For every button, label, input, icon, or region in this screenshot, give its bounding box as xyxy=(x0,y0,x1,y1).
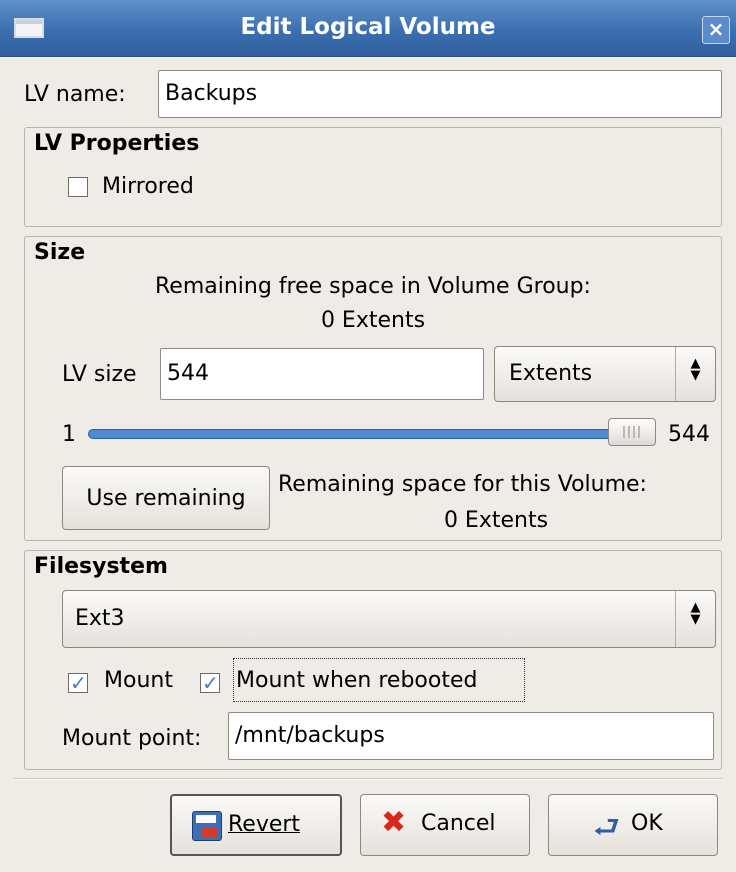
revert-icon xyxy=(192,811,222,841)
mount-point-label: Mount point: xyxy=(62,726,202,751)
cancel-button[interactable]: ✖ Cancel xyxy=(360,794,530,856)
lv-properties-title: LV Properties xyxy=(34,131,200,156)
mirrored-label: Mirrored xyxy=(102,174,194,199)
grip-icon xyxy=(623,426,641,438)
slider-max-label: 544 xyxy=(668,422,710,447)
use-remaining-label: Use remaining xyxy=(86,486,246,511)
ok-button[interactable]: ⮐ OK xyxy=(548,794,718,856)
lv-size-label: LV size xyxy=(62,362,137,387)
free-space-value: 0 Extents xyxy=(320,308,426,333)
lv-size-input[interactable]: 544 xyxy=(160,348,484,400)
separator xyxy=(14,778,722,780)
free-space-text: Remaining free space in Volume Group: xyxy=(155,274,591,299)
combo-arrows-icon: ▲ ▼ xyxy=(675,347,715,401)
mirrored-checkbox[interactable] xyxy=(68,177,88,197)
lv-name-input[interactable]: Backups xyxy=(158,70,722,118)
unit-selected-value: Extents xyxy=(509,361,593,386)
lv-size-slider-trough[interactable] xyxy=(88,429,656,439)
slider-min-label: 1 xyxy=(62,422,76,447)
filesystem-title: Filesystem xyxy=(34,554,168,579)
remaining-volume-value: 0 Extents xyxy=(443,508,549,533)
use-remaining-button[interactable]: Use remaining xyxy=(62,466,270,530)
check-icon: ✓ xyxy=(202,671,219,695)
close-button[interactable]: × xyxy=(702,16,730,44)
mount-checkbox[interactable]: ✓ xyxy=(68,671,88,695)
combo-arrows-icon: ▲ ▼ xyxy=(675,591,715,647)
revert-button[interactable]: Revert xyxy=(170,794,342,856)
check-icon: ✓ xyxy=(70,671,87,695)
cancel-label: Cancel xyxy=(421,811,496,836)
window-title: Edit Logical Volume xyxy=(240,14,496,40)
filesystem-selected-value: Ext3 xyxy=(75,606,125,631)
title-bar: Edit Logical Volume × xyxy=(0,0,736,57)
ok-label: OK xyxy=(631,811,663,836)
size-title: Size xyxy=(34,240,86,265)
lv-size-slider-handle[interactable] xyxy=(608,418,656,446)
lv-name-label: LV name: xyxy=(24,82,126,107)
mount-rebooted-checkbox[interactable]: ✓ xyxy=(200,671,220,695)
revert-label: Revert xyxy=(228,812,301,837)
cancel-x-icon: ✖ xyxy=(381,805,407,840)
ok-arrow-icon: ⮐ xyxy=(593,810,620,845)
mount-rebooted-label: Mount when rebooted xyxy=(236,668,478,693)
unit-select[interactable]: Extents ▲ ▼ xyxy=(494,346,716,402)
mount-point-input[interactable]: /mnt/backups xyxy=(228,712,714,760)
remaining-volume-text: Remaining space for this Volume: xyxy=(278,472,647,497)
filesystem-select[interactable]: Ext3 ▲ ▼ xyxy=(62,590,716,648)
mount-label: Mount xyxy=(104,668,173,693)
